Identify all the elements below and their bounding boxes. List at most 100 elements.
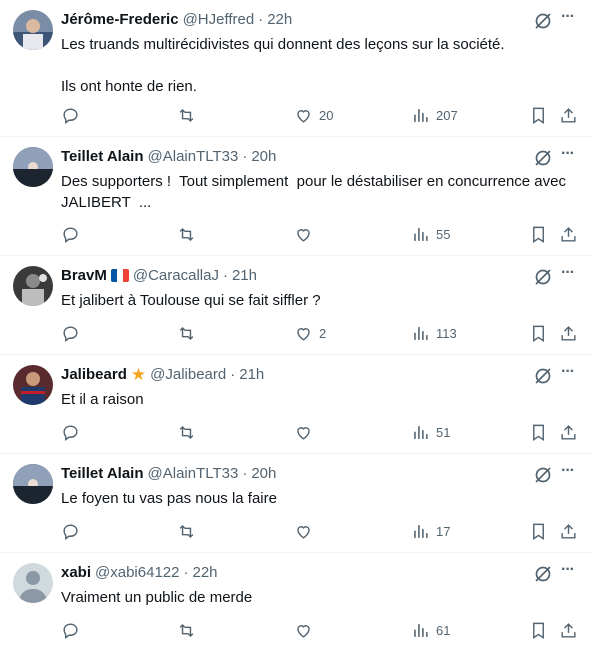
grok-icon[interactable] <box>533 11 553 31</box>
grok-icon[interactable] <box>533 148 553 168</box>
retweet-button[interactable] <box>177 421 202 443</box>
timestamp[interactable]: 20h <box>251 148 276 165</box>
reply-button[interactable] <box>61 520 86 542</box>
author-handle[interactable]: @AlainTLT33 <box>148 465 239 482</box>
retweet-button[interactable] <box>177 322 202 344</box>
like-button[interactable] <box>294 619 319 641</box>
share-button[interactable] <box>559 421 578 443</box>
bookmark-button[interactable] <box>529 322 548 344</box>
views-button[interactable]: 113 <box>411 322 457 344</box>
timestamp[interactable]: 22h <box>267 11 292 28</box>
view-count: 55 <box>436 226 451 242</box>
retweet-button[interactable] <box>177 520 202 542</box>
rugby-player-icon <box>13 365 53 405</box>
reply-icon <box>63 325 78 342</box>
bookmark-button[interactable] <box>529 104 548 126</box>
more-options-icon[interactable]: ··· <box>561 8 581 28</box>
author-handle[interactable]: @xabi64122 <box>95 564 179 581</box>
view-count: 17 <box>436 523 451 539</box>
avatar[interactable] <box>13 365 53 405</box>
action-bar: 17 <box>61 520 581 542</box>
timestamp[interactable]: 20h <box>251 465 276 482</box>
bookmark-button[interactable] <box>529 421 548 443</box>
reply-icon <box>63 523 78 540</box>
share-button[interactable] <box>559 104 578 126</box>
grok-icon[interactable] <box>533 366 553 386</box>
author-handle[interactable]: @AlainTLT33 <box>148 148 239 165</box>
tweet-text: Vraiment un public de merde <box>61 589 253 606</box>
retweet-button[interactable] <box>177 223 202 245</box>
retweet-icon <box>179 326 194 340</box>
sunset-lake-icon <box>13 147 53 187</box>
author-name[interactable]: xabi <box>61 564 91 581</box>
tweet[interactable]: xabi @xabi64122 · 22h ··· Vraiment un pu… <box>0 553 592 655</box>
tweet[interactable]: Jalibeard ★ @Jalibeard · 21h ··· Et il a… <box>0 355 592 454</box>
views-button[interactable]: 207 <box>411 104 458 126</box>
reply-button[interactable] <box>61 322 86 344</box>
author-name[interactable]: Teillet Alain <box>61 148 144 165</box>
avatar[interactable] <box>13 464 53 504</box>
action-bar: 61 <box>61 619 581 641</box>
bookmark-button[interactable] <box>529 520 548 542</box>
timestamp[interactable]: 21h <box>232 267 257 284</box>
share-icon <box>561 325 576 341</box>
more-options-icon[interactable]: ··· <box>561 462 581 482</box>
share-icon <box>561 424 576 440</box>
bookmark-icon <box>533 226 544 243</box>
like-button[interactable] <box>294 223 319 245</box>
tweet[interactable]: Jérôme-Frederic @HJeffred · 22h ··· Les … <box>0 0 592 137</box>
more-options-icon[interactable]: ··· <box>561 363 581 383</box>
views-chart-icon <box>414 623 428 637</box>
author-handle[interactable]: @HJeffred <box>183 11 255 28</box>
like-count: 2 <box>319 325 327 341</box>
tweet[interactable]: Teillet Alain @AlainTLT33 · 20h ··· Des … <box>0 137 592 256</box>
timestamp[interactable]: 21h <box>239 366 264 383</box>
more-options-icon[interactable]: ··· <box>561 561 581 581</box>
avatar[interactable] <box>13 266 53 306</box>
retweet-button[interactable] <box>177 104 202 126</box>
view-count: 61 <box>436 622 451 638</box>
author-name[interactable]: Jérôme-Frederic <box>61 11 179 28</box>
reply-button[interactable] <box>61 223 86 245</box>
grok-icon[interactable] <box>533 564 553 584</box>
avatar[interactable] <box>13 147 53 187</box>
share-button[interactable] <box>559 223 578 245</box>
retweet-button[interactable] <box>177 619 202 641</box>
grok-icon[interactable] <box>533 267 553 287</box>
star-icon: ★ <box>130 365 147 384</box>
share-button[interactable] <box>559 619 578 641</box>
reply-button[interactable] <box>61 619 86 641</box>
reply-button[interactable] <box>61 104 86 126</box>
views-button[interactable]: 51 <box>411 421 450 443</box>
like-count: 20 <box>319 107 334 123</box>
timestamp[interactable]: 22h <box>192 564 217 581</box>
tweet[interactable]: Teillet Alain @AlainTLT33 · 20h ··· Le f… <box>0 454 592 553</box>
retweet-icon <box>179 524 194 538</box>
avatar[interactable] <box>13 563 53 603</box>
view-count: 113 <box>436 325 457 341</box>
views-button[interactable]: 17 <box>411 520 450 542</box>
author-handle[interactable]: @CaracallaJ <box>133 267 219 284</box>
like-button[interactable]: 2 <box>294 322 326 344</box>
tweet[interactable]: BravM @CaracallaJ · 21h ··· Et jalibert … <box>0 256 592 355</box>
like-button[interactable]: 20 <box>294 104 333 126</box>
avatar[interactable] <box>13 10 53 50</box>
like-button[interactable] <box>294 520 319 542</box>
more-options-icon[interactable]: ··· <box>561 145 581 165</box>
author-name[interactable]: BravM <box>61 267 107 284</box>
bookmark-button[interactable] <box>529 223 548 245</box>
share-icon <box>561 523 576 539</box>
share-button[interactable] <box>559 520 578 542</box>
author-name[interactable]: Teillet Alain <box>61 465 144 482</box>
views-button[interactable]: 55 <box>411 223 450 245</box>
more-options-icon[interactable]: ··· <box>561 264 581 284</box>
share-button[interactable] <box>559 322 578 344</box>
action-bar: 51 <box>61 421 581 443</box>
like-button[interactable] <box>294 421 319 443</box>
views-button[interactable]: 61 <box>411 619 450 641</box>
bookmark-button[interactable] <box>529 619 548 641</box>
grok-icon[interactable] <box>533 465 553 485</box>
author-name[interactable]: Jalibeard <box>61 366 127 383</box>
reply-button[interactable] <box>61 421 86 443</box>
author-handle[interactable]: @Jalibeard <box>150 366 226 383</box>
